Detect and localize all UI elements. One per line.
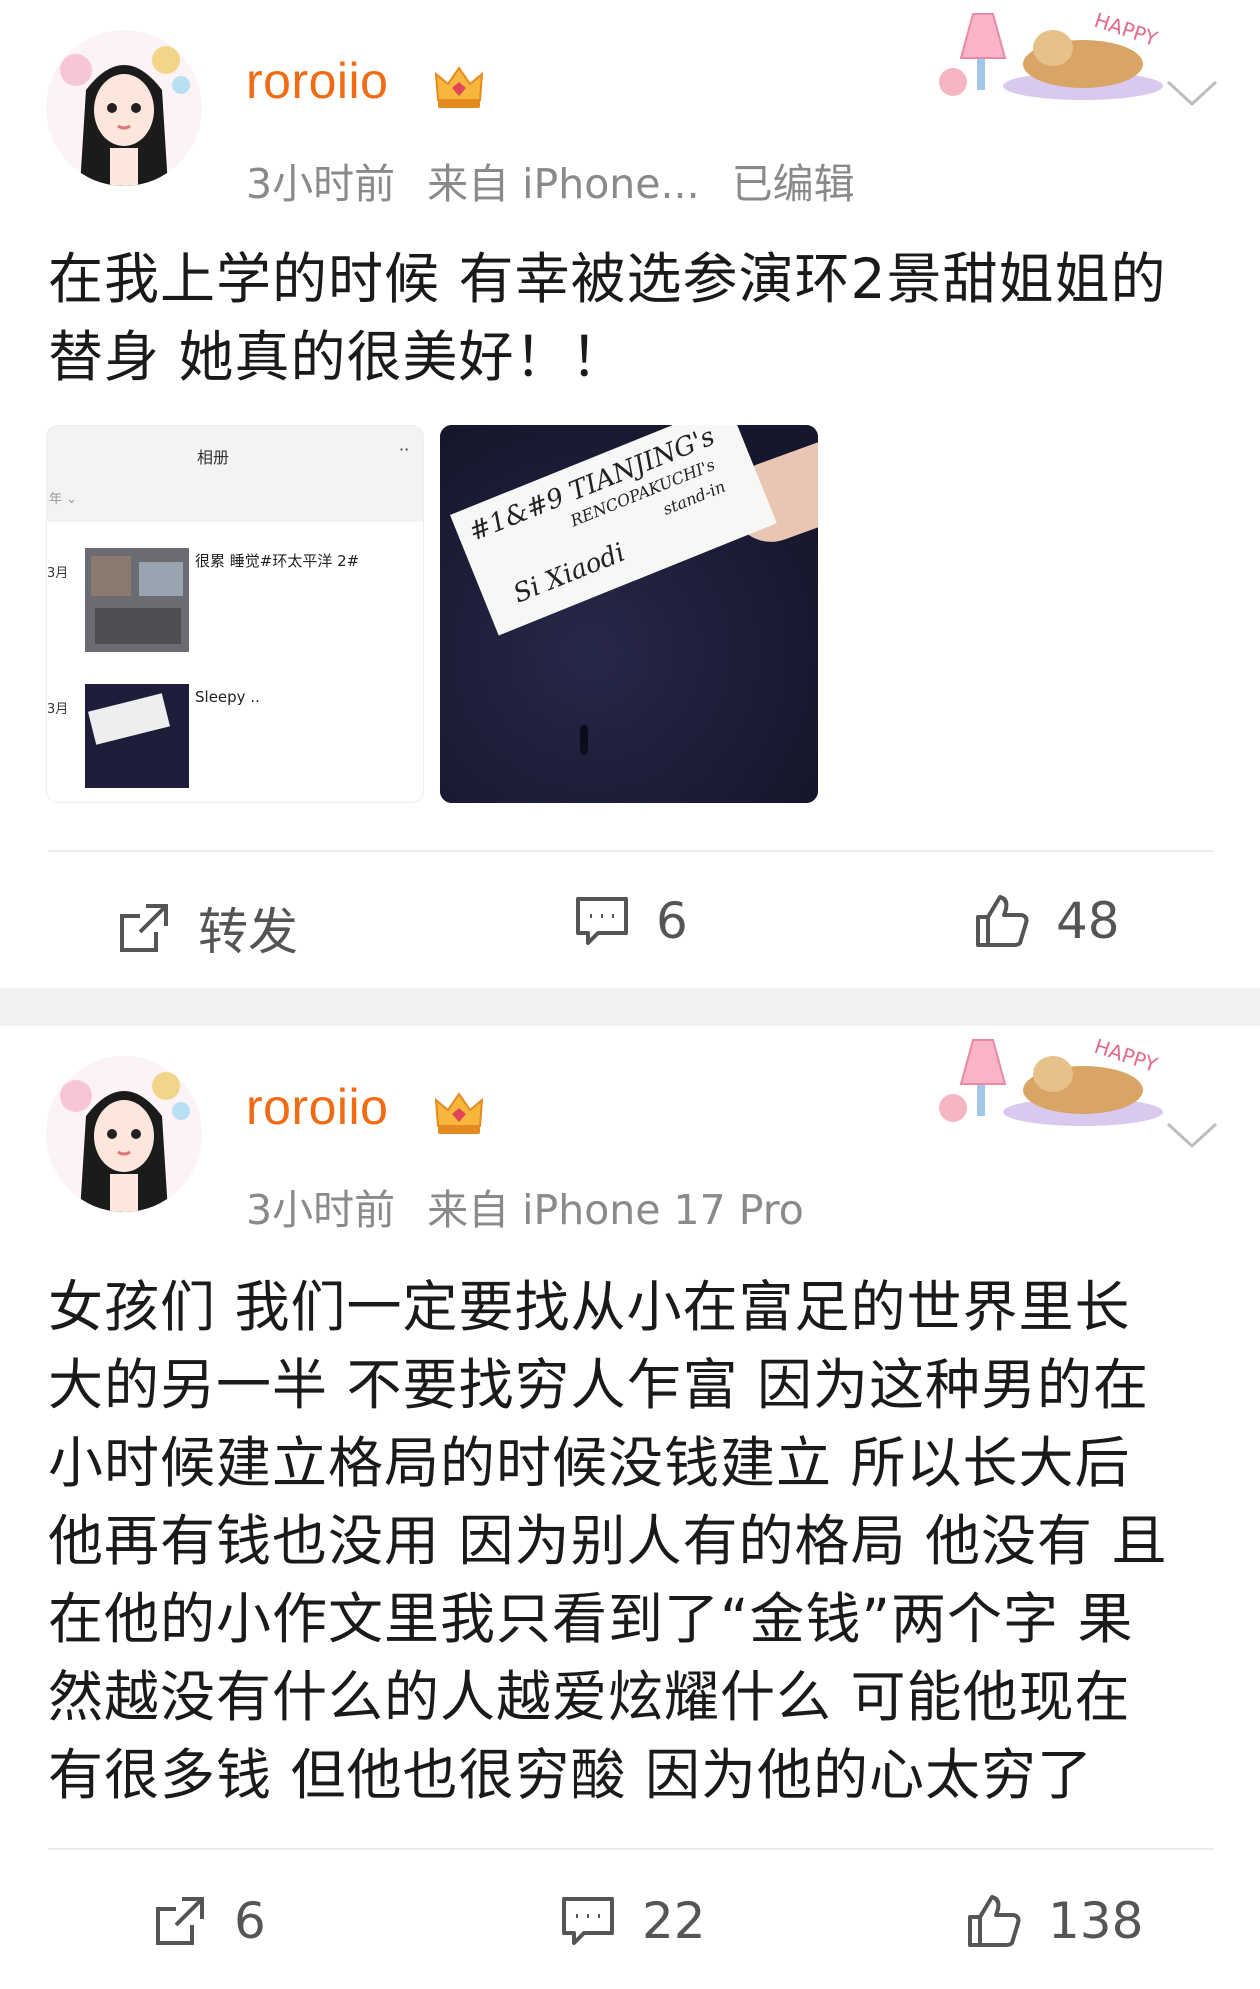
chevron-down-icon[interactable]: [1164, 76, 1220, 110]
repost-button[interactable]: 转发: [116, 892, 298, 964]
post-time: 3小时前: [246, 1186, 396, 1234]
happy-lamp-decoration: HAPPY: [939, 8, 1163, 100]
post-text: 女孩们 我们一定要找从小在富足的世界里长 大的另一半 不要找穷人乍富 因为这种男…: [48, 1268, 1224, 1814]
album-photo-thumbnail: [85, 684, 189, 788]
divider: [48, 850, 1214, 852]
repost-label: 转发: [198, 903, 298, 961]
post-source[interactable]: 来自 iPhone...: [427, 160, 700, 208]
repost-button[interactable]: 6: [152, 1892, 266, 1950]
album-caption: Sleepy ..: [195, 688, 260, 706]
edited-label[interactable]: 已编辑: [732, 160, 855, 208]
album-filter: 年 ⌄: [49, 492, 78, 507]
repost-count: 6: [234, 1892, 266, 1950]
post-image-standin-note[interactable]: #1&#9 TIANJING's RENCOPAKUCHI's stand-in…: [440, 425, 818, 803]
avatar-illustration: [60, 46, 190, 186]
album-title: 相册: [197, 448, 230, 467]
post-meta: 3小时前 来自 iPhone... 已编辑: [246, 150, 887, 210]
repost-icon: [120, 904, 168, 952]
avatar[interactable]: [46, 30, 202, 186]
post-source[interactable]: 来自 iPhone 17 Pro: [427, 1186, 804, 1234]
post-separator: [0, 988, 1260, 1026]
comment-button[interactable]: 22: [560, 1892, 706, 1950]
post-text-line: 替身 她真的很美好！！: [48, 325, 627, 389]
post-text-line: 小时候建立格局的时候没钱建立 所以长大后: [48, 1431, 1131, 1495]
post-text-line: 大的另一半 不要找穷人乍富 因为这种男的在: [48, 1353, 1149, 1417]
like-count: 48: [1056, 892, 1120, 950]
comment-count: 22: [642, 1892, 706, 1950]
username[interactable]: roroiio: [246, 1078, 388, 1136]
avatar-illustration: [60, 1072, 190, 1212]
thumbs-up-icon: [976, 895, 1029, 947]
comment-count: 6: [656, 892, 688, 950]
thumbs-up-icon: [968, 1895, 1021, 1947]
album-month: 3月: [47, 702, 69, 717]
post-text: 在我上学的时候 有幸被选参演环2景甜姐姐的 替身 她真的很美好！！: [48, 240, 1224, 396]
like-count: 138: [1048, 1892, 1144, 1950]
post-meta: 3小时前 来自 iPhone 17 Pro: [246, 1176, 836, 1236]
username[interactable]: roroiio: [246, 52, 388, 110]
vip-crown-icon[interactable]: [432, 62, 486, 112]
happy-lamp-decoration: HAPPY: [939, 1034, 1163, 1126]
like-button[interactable]: 138: [966, 1892, 1143, 1950]
like-button[interactable]: 48: [974, 892, 1120, 950]
post-text-line: 他再有钱也没用 因为别人有的格局 他没有 且: [48, 1509, 1168, 1573]
album-photo-thumbnail: [85, 548, 189, 652]
repost-icon: [156, 1897, 204, 1945]
post-time: 3小时前: [246, 160, 396, 208]
album-month: 3月: [47, 566, 69, 581]
post-card: roroiio 3小时前 来自 iPhone 17 Pro HAPPY 女孩们 我…: [0, 1026, 1260, 1989]
album-menu: ··: [399, 440, 410, 459]
post-text-line: 在他的小作文里我只看到了“金钱”两个字 果: [48, 1587, 1134, 1651]
chevron-down-icon[interactable]: [1164, 1118, 1220, 1152]
post-text-line: 女孩们 我们一定要找从小在富足的世界里长: [48, 1275, 1131, 1339]
comment-icon: [576, 897, 628, 945]
comment-button[interactable]: 6: [574, 892, 688, 950]
vip-crown-icon[interactable]: [432, 1088, 486, 1138]
post-text-line: 有很多钱 但他也很穷酸 因为他的心太穷了: [48, 1743, 1093, 1807]
divider: [48, 1848, 1214, 1850]
comment-icon: [562, 1897, 614, 1945]
album-header: [47, 426, 423, 522]
avatar[interactable]: [46, 1056, 202, 1212]
post-image-album-screenshot[interactable]: 相册 ·· 年 ⌄ 3月 很累 睡觉#环太平洋 2# 3月 Sleepy ..: [46, 425, 424, 803]
album-caption: 很累 睡觉#环太平洋 2#: [195, 552, 360, 570]
post-text-line: 在我上学的时候 有幸被选参演环2景甜姐姐的: [48, 247, 1167, 311]
post-text-line: 然越没有什么的人越爱炫耀什么 可能他现在: [48, 1665, 1131, 1729]
post-card: roroiio 3小时前 来自 iPhone... 已编辑 HAPPY 在我上学的时…: [0, 0, 1260, 988]
